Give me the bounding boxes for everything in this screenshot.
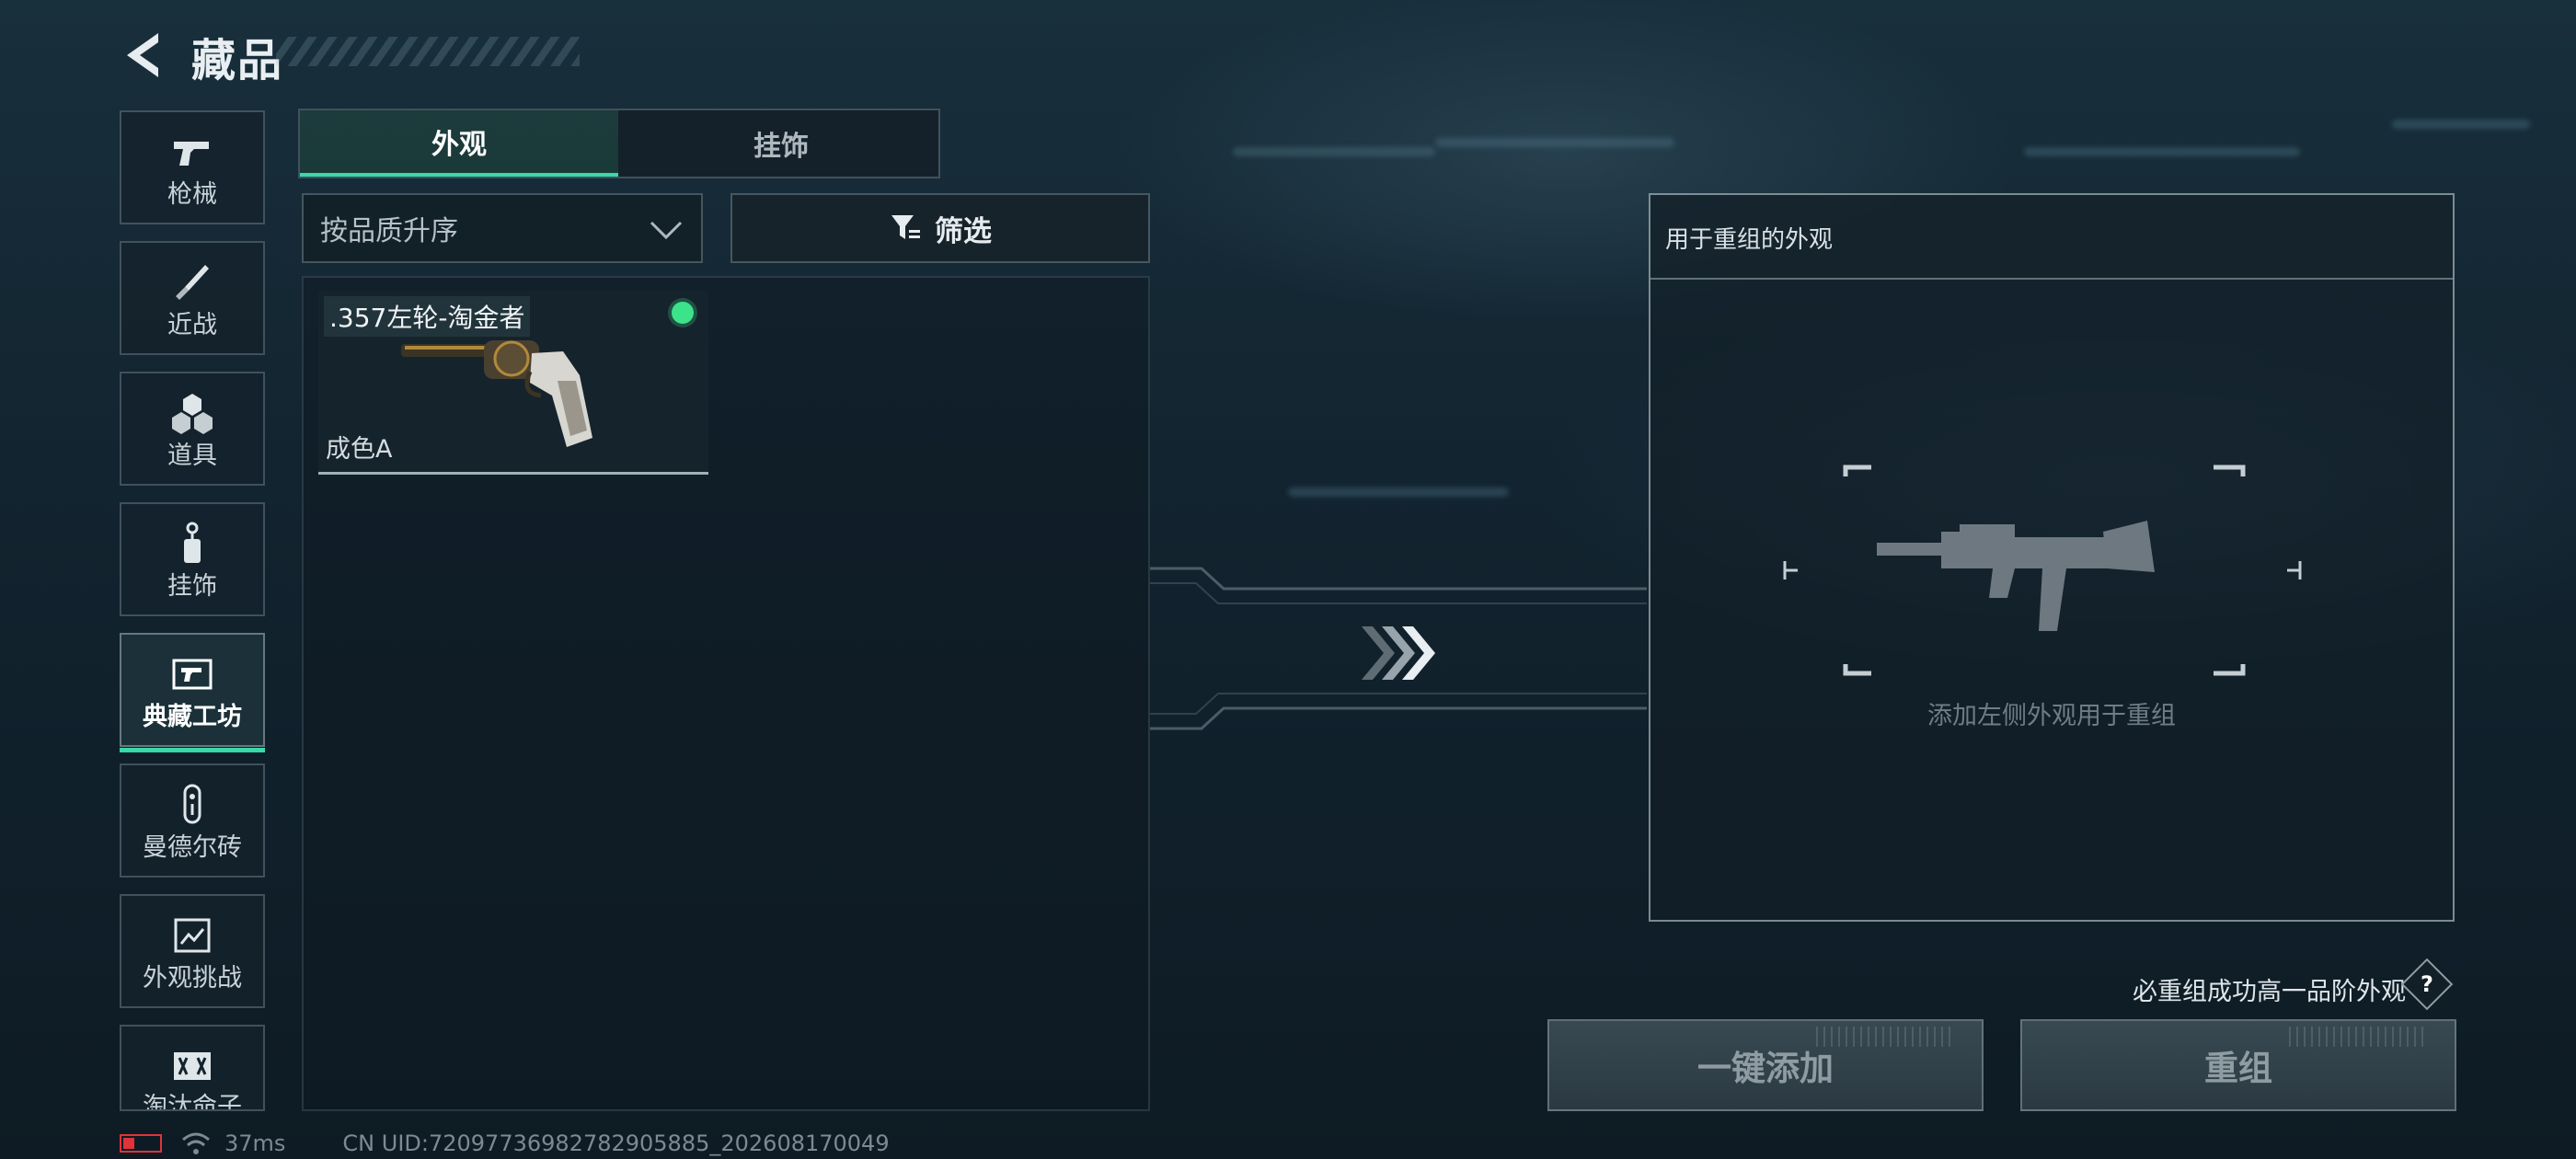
help-icon-glyph: ? [2421, 971, 2433, 997]
recombine-label: 重组 [2204, 1049, 2272, 1088]
sidebar-item-label: 曼德尔砖 [143, 833, 242, 862]
sidebar-item-label: 挂饰 [167, 572, 217, 601]
filter-button[interactable]: 筛选 [730, 193, 1150, 263]
brick-icon [183, 784, 201, 824]
ping-value: 37ms [224, 1130, 286, 1156]
uid-text: CN UID:7209773698278290588​5_20260817004… [342, 1130, 890, 1156]
rifle-silhouette-icon [1877, 521, 2155, 631]
bg-streak [2024, 147, 2300, 156]
tab-charms[interactable]: 挂饰 [622, 110, 940, 177]
sidebar-item-melee[interactable]: 近战 [120, 241, 265, 355]
sidebar-item-mandel-brick[interactable]: 曼德尔砖 [120, 763, 265, 878]
knife-icon [176, 265, 209, 300]
battery-icon [120, 1134, 162, 1153]
challenge-icon [174, 918, 211, 953]
sidebar-item-label: 道具 [167, 442, 217, 470]
quick-add-button[interactable]: 一键添加 [1547, 1019, 1984, 1111]
bg-streak [1233, 147, 1435, 156]
recombine-button[interactable]: 重组 [2020, 1019, 2456, 1111]
sidebar-item-charms[interactable]: 挂饰 [120, 502, 265, 616]
filter-label: 筛选 [935, 214, 992, 248]
owned-indicator [672, 302, 694, 324]
button-decoration [2289, 1027, 2427, 1047]
sort-selected-value: 按品质升序 [320, 215, 458, 247]
sidebar-item-label: 近战 [167, 311, 217, 339]
recombine-slot[interactable] [1776, 460, 2309, 681]
title-decoration [276, 37, 580, 66]
recombine-empty-hint: 添加左侧外观用于重组 [1927, 702, 2176, 730]
quick-add-label: 一键添加 [1697, 1049, 1834, 1088]
sidebar-item-label: 枪械 [167, 180, 217, 209]
chevron-down-icon [650, 221, 683, 240]
tab-skins[interactable]: 外观 [300, 110, 618, 177]
grenades-icon [172, 394, 213, 434]
recombine-title: 用于重组的外观 [1665, 226, 1834, 254]
sort-dropdown[interactable]: 按品质升序 [302, 193, 703, 263]
back-arrow-icon[interactable] [118, 28, 173, 83]
forward-arrows-icon [1362, 626, 1435, 680]
sidebar-item-skin-challenge[interactable]: 外观挑战 [120, 894, 265, 1008]
recombine-header: 用于重组的外观 [1650, 195, 2453, 280]
wifi-icon [182, 1132, 210, 1154]
sidebar-item-workshop[interactable]: 典藏工坊 [120, 633, 265, 752]
skin-card[interactable]: .357左轮-淘金者 成色A [318, 291, 708, 475]
status-bar: 37ms CN UID:7209773698278290588​5_202608… [120, 1130, 890, 1157]
bg-streak [2392, 120, 2530, 129]
elimination-icon [174, 1052, 211, 1080]
skin-name: .357左轮-淘金者 [324, 296, 531, 337]
sidebar-item-label: 外观挑战 [143, 964, 242, 993]
bg-streak [1435, 138, 1674, 147]
help-icon[interactable]: ? [2400, 958, 2454, 1011]
charm-icon [184, 522, 201, 563]
filter-icon [891, 215, 920, 239]
sidebar-item-firearms[interactable]: 枪械 [120, 110, 265, 224]
page-title: 藏品 [191, 35, 284, 86]
sidebar-item-elimination[interactable]: 淘汰命子 [120, 1025, 265, 1111]
workshop-icon [172, 659, 213, 690]
skin-grade: 成色A [326, 435, 393, 464]
button-decoration [1816, 1027, 1954, 1047]
revolver-image [401, 340, 592, 447]
collection-screen: 藏品 枪械 近战 道具 挂饰 典藏工坊 曼德尔砖 外观挑战 淘汰命子 外观 挂饰… [0, 0, 2576, 1159]
sidebar-item-label: 典藏工坊 [143, 703, 242, 731]
bg-streak [1288, 488, 1509, 497]
guarantee-text: 必重组成功高一品阶外观 [2133, 978, 2406, 1006]
category-tabs: 外观 挂饰 [298, 109, 940, 178]
pistol-icon [174, 142, 209, 166]
sidebar-item-gear[interactable]: 道具 [120, 372, 265, 486]
